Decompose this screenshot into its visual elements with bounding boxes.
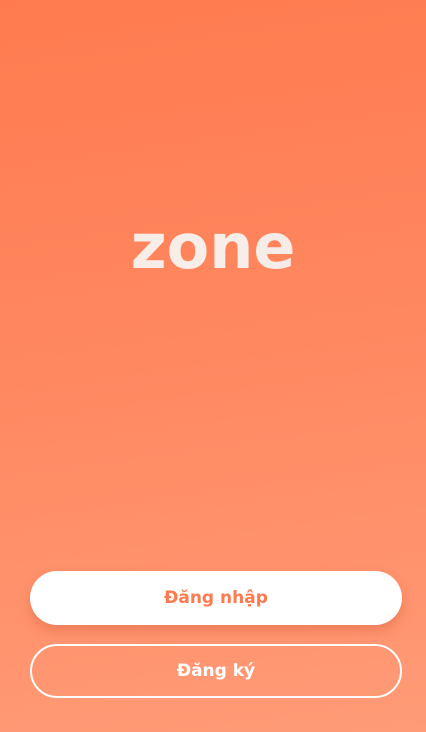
login-button[interactable]: Đăng nhập <box>30 571 402 625</box>
welcome-screen: zone Đăng nhập Đăng ký <box>0 0 426 732</box>
login-button-label: Đăng nhập <box>164 588 268 608</box>
register-button[interactable]: Đăng ký <box>30 644 402 698</box>
app-logo: zone <box>0 208 426 286</box>
register-button-label: Đăng ký <box>176 661 256 681</box>
